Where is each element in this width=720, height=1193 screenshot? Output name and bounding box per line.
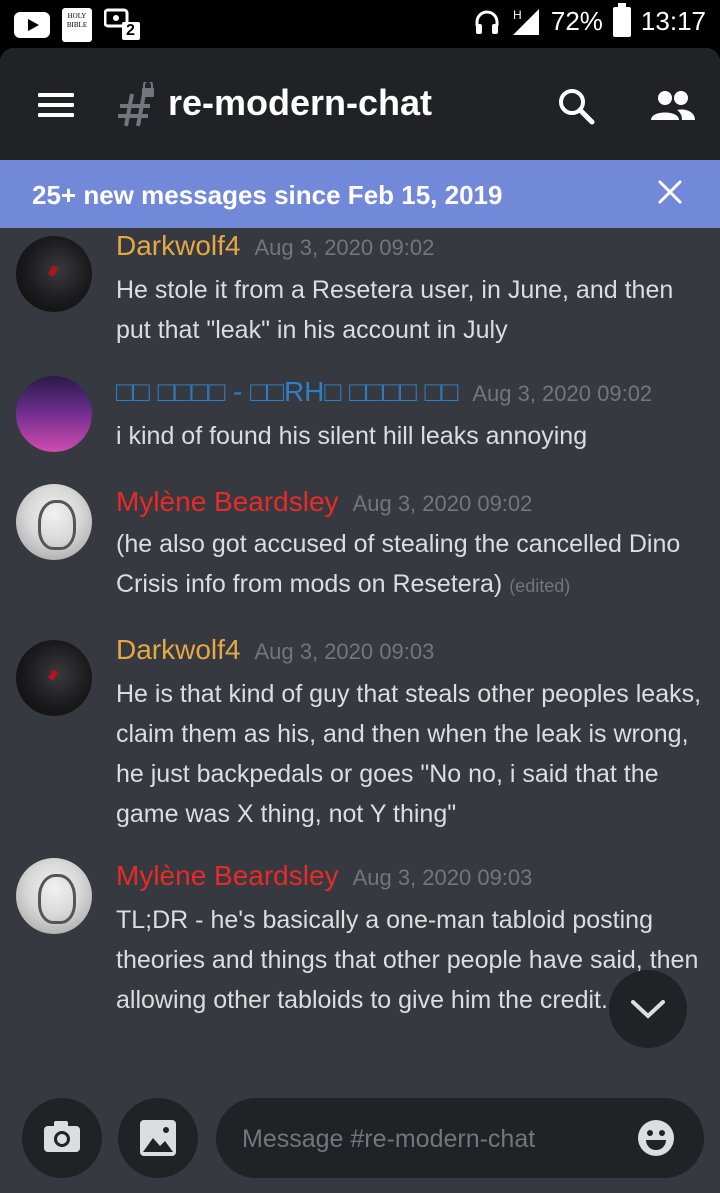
avatar[interactable] [16, 858, 92, 934]
message-list[interactable]: Darkwolf4 Aug 3, 2020 09:02 He stole it f… [0, 228, 720, 1098]
headset-icon [475, 10, 499, 34]
message-text: He stole it from a Resetera user, in Jun… [116, 276, 674, 344]
message-timestamp: Aug 3, 2020 09:03 [352, 865, 533, 890]
avatar[interactable] [16, 484, 92, 560]
camera-icon [44, 1121, 80, 1152]
avatar[interactable] [16, 376, 92, 452]
menu-icon[interactable] [38, 93, 74, 117]
message-timestamp: Aug 3, 2020 09:02 [254, 235, 435, 260]
search-icon[interactable] [556, 86, 596, 126]
new-messages-banner[interactable]: 25+ new messages since Feb 15, 2019 [0, 160, 720, 228]
avatar[interactable] [16, 236, 92, 312]
signal-icon: H [512, 8, 539, 35]
clock: 13:17 [640, 6, 706, 36]
emoji-icon[interactable] [636, 1118, 676, 1158]
message-input[interactable] [240, 1118, 624, 1160]
battery-percent: 72% [550, 6, 603, 36]
message-timestamp: Aug 3, 2020 09:03 [254, 639, 435, 664]
message-timestamp: Aug 3, 2020 09:02 [472, 381, 653, 406]
message-input-container[interactable] [216, 1098, 704, 1178]
game-app-icon: 2 [103, 8, 144, 42]
svg-text:H: H [513, 8, 522, 22]
edited-label: (edited) [509, 576, 571, 596]
chevron-down-icon [631, 1000, 665, 1019]
camera-button[interactable] [22, 1098, 102, 1178]
notification-badge: 2 [126, 22, 135, 39]
members-icon[interactable] [648, 88, 696, 124]
youtube-icon [14, 12, 50, 38]
channel-header: re-modern-chat [0, 48, 720, 160]
discord-app: re-modern-chat 25+ new messages since Fe… [0, 48, 720, 1193]
message-text: (he also got accused of stealing the can… [116, 530, 681, 598]
avatar[interactable] [16, 640, 92, 716]
message-author[interactable]: Mylène Beardsley [116, 486, 339, 517]
image-button[interactable] [118, 1098, 198, 1178]
message-author[interactable]: Darkwolf4 [116, 634, 240, 665]
locked-hash-icon [118, 82, 154, 127]
message-timestamp: Aug 3, 2020 09:02 [352, 491, 533, 516]
image-icon [140, 1120, 176, 1156]
jump-to-bottom-button[interactable] [609, 970, 687, 1048]
close-icon[interactable] [656, 178, 684, 206]
message-text: He is that kind of guy that steals other… [116, 680, 702, 828]
message-text: i kind of found his silent hill leaks an… [116, 422, 588, 450]
message-author[interactable]: Mylène Beardsley [116, 860, 339, 891]
status-bar: HOLY BIBLE 2 H 72% 13:17 [0, 0, 720, 50]
new-messages-text: 25+ new messages since Feb 15, 2019 [32, 180, 503, 210]
battery-icon [612, 2, 631, 37]
bible-app-icon: HOLY BIBLE [62, 8, 92, 42]
composer [0, 1098, 720, 1193]
channel-title: re-modern-chat [168, 82, 433, 123]
message-author[interactable]: Darkwolf4 [116, 230, 240, 261]
message-author[interactable]: □□ □□□□ - □□RH□ □□□□ □□ [116, 376, 458, 407]
